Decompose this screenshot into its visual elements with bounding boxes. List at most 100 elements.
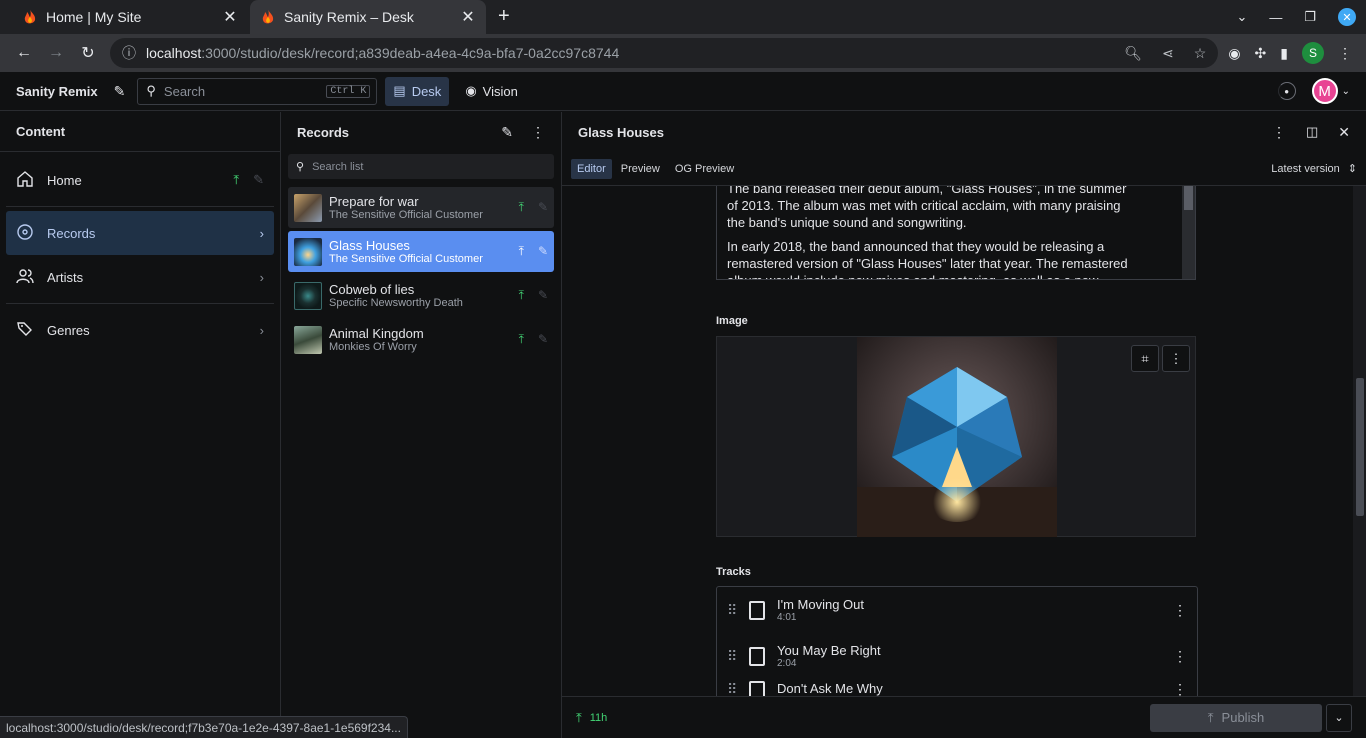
drag-handle-icon[interactable]: ⠿: [727, 681, 749, 696]
maximize-icon[interactable]: ❐: [1304, 9, 1316, 25]
minimize-icon[interactable]: —: [1269, 10, 1282, 25]
browser-tab-sanity[interactable]: Sanity Remix – Desk ✕: [250, 0, 486, 34]
zoom-icon[interactable]: 🔍︎: [1124, 45, 1142, 62]
close-tab-icon[interactable]: ✕: [456, 7, 480, 27]
list-search-input[interactable]: ⚲ Search list: [288, 154, 554, 179]
image-field[interactable]: ⌗ ⋮: [716, 336, 1196, 537]
side-panel-icon[interactable]: ▮: [1280, 45, 1288, 62]
menu-item-records[interactable]: Records ›: [6, 211, 274, 255]
create-new-icon[interactable]: ✎: [501, 124, 513, 141]
menu-item-label: Genres: [47, 322, 90, 338]
body-text-editor[interactable]: The band released their debut album, "Gl…: [716, 186, 1196, 280]
tab-og-preview[interactable]: OG Preview: [669, 159, 740, 179]
extension-icon[interactable]: ◉: [1228, 45, 1240, 62]
bookmark-star-icon[interactable]: ☆: [1194, 45, 1207, 62]
close-tab-icon[interactable]: ✕: [218, 7, 242, 27]
compose-icon[interactable]: ✎: [114, 83, 126, 100]
home-icon: [16, 170, 38, 191]
studio-brand[interactable]: Sanity Remix: [16, 84, 98, 99]
edit-icon: ✎: [253, 172, 264, 187]
forward-icon[interactable]: →: [40, 44, 72, 62]
published-icon: ⤒: [233, 172, 240, 187]
record-title: Glass Houses: [329, 237, 410, 253]
document-pane: Glass Houses ⋮ ◫ ✕ Editor Preview OG Pre…: [562, 112, 1366, 738]
back-icon[interactable]: ←: [8, 44, 40, 62]
document-icon: [749, 681, 765, 696]
tab-editor[interactable]: Editor: [571, 158, 612, 179]
tracks-field-label: Tracks: [716, 566, 751, 578]
list-item[interactable]: Cobweb of lies Specific Newsworthy Death …: [288, 275, 554, 316]
site-info-icon[interactable]: ⓘ: [122, 43, 136, 63]
menu-item-artists[interactable]: Artists ›: [6, 255, 274, 299]
more-icon[interactable]: ⋮: [1162, 345, 1190, 372]
more-icon[interactable]: ⋮: [1173, 681, 1187, 696]
more-icon[interactable]: ⋮: [1272, 124, 1286, 141]
split-pane-icon[interactable]: ◫: [1306, 124, 1318, 140]
more-icon[interactable]: ⋮: [531, 124, 545, 141]
share-icon[interactable]: ⋖: [1162, 45, 1174, 62]
address-bar: ← → ↻ ⓘ localhost:3000/studio/desk/recor…: [0, 34, 1366, 72]
menu-item-label: Records: [47, 225, 96, 241]
tab-search-icon[interactable]: ⌄: [1236, 9, 1247, 25]
publish-button[interactable]: ⤒ Publish: [1150, 703, 1322, 732]
publish-icon: ⤒: [1207, 709, 1214, 725]
users-icon: [16, 267, 38, 288]
browser-tab-home[interactable]: Home | My Site ✕: [8, 0, 248, 34]
last-updated: 11h: [589, 711, 608, 724]
fire-icon: [22, 9, 38, 25]
track-name: Don't Ask Me Why: [777, 681, 883, 696]
version-select[interactable]: Latest version ⇕: [1271, 162, 1357, 175]
new-tab-icon[interactable]: +: [498, 5, 510, 28]
menu-item-label: Home: [47, 172, 82, 188]
list-item[interactable]: Prepare for war The Sensitive Official Cu…: [288, 187, 554, 228]
browser-tab-bar: Home | My Site ✕ Sanity Remix – Desk ✕ +…: [0, 0, 1366, 34]
edit-icon: ✎: [537, 244, 548, 258]
list-item[interactable]: Glass Houses The Sensitive Official Custo…: [288, 231, 554, 272]
profile-avatar[interactable]: S: [1302, 42, 1324, 64]
chevron-down-icon[interactable]: ⌄: [1342, 86, 1350, 97]
more-icon[interactable]: ⋮: [1173, 648, 1187, 665]
tab-title: Sanity Remix – Desk: [284, 9, 414, 25]
tags-icon: [16, 320, 38, 341]
chevron-right-icon: ›: [259, 322, 264, 338]
reload-icon[interactable]: ↻: [72, 43, 104, 63]
track-item[interactable]: ⠿ Don't Ask Me Why ⋮: [717, 679, 1197, 696]
text-scrollbar[interactable]: [1182, 186, 1195, 279]
record-subtitle: Specific Newsworthy Death: [329, 296, 463, 309]
published-icon: ⤒: [518, 244, 524, 258]
drag-handle-icon[interactable]: ⠿: [727, 602, 749, 619]
chevron-up-down-icon: ⇕: [1347, 163, 1357, 175]
tab-preview[interactable]: Preview: [615, 159, 666, 179]
edit-icon: ✎: [537, 288, 548, 302]
track-name: You May Be Right: [777, 643, 881, 658]
user-avatar[interactable]: M: [1311, 78, 1338, 104]
crop-icon[interactable]: ⌗: [1131, 345, 1159, 372]
document-view-tabs: Editor Preview OG Preview Latest version…: [562, 152, 1366, 186]
track-item[interactable]: ⠿ I'm Moving Out 4:01 ⋮: [717, 587, 1197, 633]
track-item[interactable]: ⠿ You May Be Right 2:04 ⋮: [717, 633, 1197, 679]
document-actions-button[interactable]: ⌄: [1326, 703, 1352, 732]
close-icon[interactable]: ✕: [1338, 124, 1350, 141]
more-icon[interactable]: ⋮: [1173, 602, 1187, 619]
puzzle-icon[interactable]: ✣: [1255, 45, 1267, 62]
document-header: Glass Houses ⋮ ◫ ✕: [562, 112, 1366, 152]
list-item[interactable]: Animal Kingdom Monkies Of Worry ⤒ ✎: [288, 319, 554, 360]
tab-title: Home | My Site: [46, 9, 142, 25]
record-subtitle: The Sensitive Official Customer: [329, 208, 483, 221]
global-search-input[interactable]: ⚲ Search Ctrl K: [137, 77, 378, 105]
close-window-icon[interactable]: ✕: [1338, 8, 1356, 26]
document-scrollbar[interactable]: [1353, 186, 1366, 696]
nav-desk[interactable]: ▤ Desk: [385, 76, 450, 106]
chevron-right-icon: ›: [259, 269, 264, 285]
nav-vision[interactable]: ◉ Vision: [457, 77, 526, 106]
link-status-bubble: localhost:3000/studio/desk/record;f7b3e7…: [0, 716, 408, 738]
desk-icon: ▤: [393, 83, 406, 98]
drag-handle-icon[interactable]: ⠿: [727, 648, 749, 665]
url-field[interactable]: ⓘ localhost:3000/studio/desk/record;a839…: [110, 38, 1219, 68]
presence-status-icon[interactable]: ●: [1277, 82, 1296, 100]
records-pane: Records ✎ ⋮ ⚲ Search list Prepare for wa…: [281, 112, 562, 738]
browser-menu-icon[interactable]: ⋮: [1338, 45, 1352, 62]
menu-item-home[interactable]: Home ⤒ ✎: [6, 158, 274, 202]
menu-item-genres[interactable]: Genres ›: [6, 308, 274, 352]
pane-title: Records: [297, 124, 350, 140]
